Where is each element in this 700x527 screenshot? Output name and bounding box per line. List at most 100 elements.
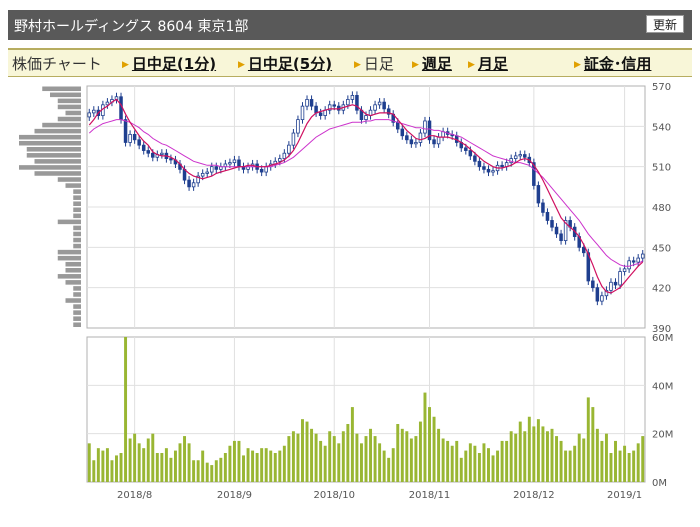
volume-profile-bar bbox=[57, 255, 81, 261]
volume-bar bbox=[559, 440, 563, 482]
candle-body bbox=[151, 152, 155, 158]
candle-body bbox=[541, 202, 545, 213]
candle-body bbox=[627, 260, 631, 270]
volume-bar bbox=[323, 445, 327, 482]
candle-body bbox=[300, 105, 305, 121]
volume-bar bbox=[169, 457, 173, 482]
volume-tick-label: 40M bbox=[652, 381, 673, 392]
volume-tick-label: 60M bbox=[652, 333, 673, 344]
candle-body bbox=[205, 171, 209, 174]
volume-profile-bar bbox=[26, 147, 81, 152]
volume-bar bbox=[582, 438, 586, 482]
candle-body bbox=[355, 95, 359, 111]
candle-body bbox=[640, 253, 645, 259]
candle-body bbox=[259, 168, 264, 173]
candle-body bbox=[618, 271, 622, 286]
volume-bar bbox=[237, 440, 241, 482]
volume-profile-bar bbox=[57, 98, 81, 104]
candle-body bbox=[536, 185, 541, 204]
volume-profile-bar bbox=[73, 310, 81, 315]
volume-profile-bar bbox=[73, 189, 81, 194]
candle-body bbox=[595, 287, 600, 302]
candle-body bbox=[613, 281, 618, 286]
candle-body bbox=[191, 182, 196, 188]
volume-bar bbox=[187, 443, 191, 482]
volume-bar bbox=[332, 436, 336, 482]
candle-body bbox=[518, 154, 523, 157]
volume-bar bbox=[523, 431, 527, 482]
volume-bar bbox=[337, 443, 341, 482]
volume-bar bbox=[196, 460, 200, 482]
volume-profile-bar bbox=[65, 268, 81, 273]
volume-bar bbox=[555, 436, 559, 482]
volume-bar bbox=[405, 431, 409, 482]
candle-body bbox=[264, 166, 268, 173]
candle-body bbox=[550, 220, 554, 228]
volume-profile-bar bbox=[34, 171, 81, 176]
candle-body bbox=[296, 119, 300, 134]
volume-profile-bar bbox=[65, 110, 81, 116]
volume-bar bbox=[387, 457, 391, 482]
candle-body bbox=[346, 99, 350, 106]
volume-profile-bar bbox=[19, 165, 81, 170]
volume-bar bbox=[255, 453, 259, 482]
volume-bar bbox=[251, 450, 255, 482]
candle-body bbox=[278, 158, 282, 162]
volume-bar bbox=[110, 460, 114, 482]
candle-body bbox=[491, 170, 495, 173]
volume-bar bbox=[273, 453, 277, 482]
volume-bar bbox=[487, 448, 490, 482]
candle-body bbox=[214, 166, 219, 170]
candle-body bbox=[400, 128, 405, 137]
date-tick-label: 2018/11 bbox=[409, 490, 451, 501]
volume-bar bbox=[491, 455, 495, 482]
candle-body bbox=[631, 260, 636, 263]
volume-profile-bar bbox=[50, 92, 81, 98]
candle-body bbox=[600, 295, 604, 302]
candle-body bbox=[282, 152, 287, 160]
candle-body bbox=[291, 132, 296, 146]
volume-bar bbox=[319, 440, 323, 482]
date-tick-label: 2018/9 bbox=[217, 490, 252, 501]
volume-bar bbox=[269, 450, 273, 482]
volume-bar bbox=[287, 436, 291, 482]
volume-bar bbox=[432, 416, 436, 482]
volume-profile-bar bbox=[26, 153, 81, 158]
volume-bar bbox=[423, 392, 427, 482]
volume-bar bbox=[359, 443, 363, 482]
volume-bar bbox=[160, 453, 164, 482]
volume-bar bbox=[291, 431, 295, 482]
candle-body bbox=[332, 104, 337, 107]
candle-body bbox=[377, 101, 382, 106]
volume-profile-bar bbox=[65, 261, 81, 267]
volume-profile-bar bbox=[19, 140, 81, 146]
candle-body bbox=[187, 179, 191, 188]
volume-bar bbox=[119, 453, 123, 482]
volume-bar bbox=[151, 433, 155, 482]
volume-bar bbox=[92, 460, 96, 482]
volume-bar bbox=[500, 440, 504, 482]
volume-bar bbox=[595, 428, 599, 482]
volume-bar bbox=[414, 436, 418, 482]
volume-bar bbox=[210, 465, 214, 482]
volume-bar bbox=[396, 424, 400, 482]
candle-body bbox=[305, 99, 309, 107]
candle-body bbox=[405, 135, 409, 141]
candle-body bbox=[513, 155, 518, 160]
candle-body bbox=[105, 101, 110, 106]
volume-bar bbox=[550, 428, 554, 482]
volume-bar bbox=[459, 457, 463, 482]
volume-bar bbox=[614, 440, 617, 482]
volume-bar bbox=[350, 407, 354, 482]
volume-bar bbox=[428, 407, 431, 482]
volume-bar bbox=[205, 462, 209, 482]
volume-profile-bar bbox=[42, 122, 81, 128]
candle-body bbox=[128, 133, 132, 143]
volume-profile-bar bbox=[73, 304, 81, 309]
volume-bar bbox=[164, 448, 168, 482]
candle-body bbox=[523, 154, 527, 158]
candle-body bbox=[137, 139, 141, 146]
volume-bar bbox=[591, 407, 595, 482]
candle-body bbox=[473, 155, 477, 162]
volume-bar bbox=[382, 450, 386, 482]
